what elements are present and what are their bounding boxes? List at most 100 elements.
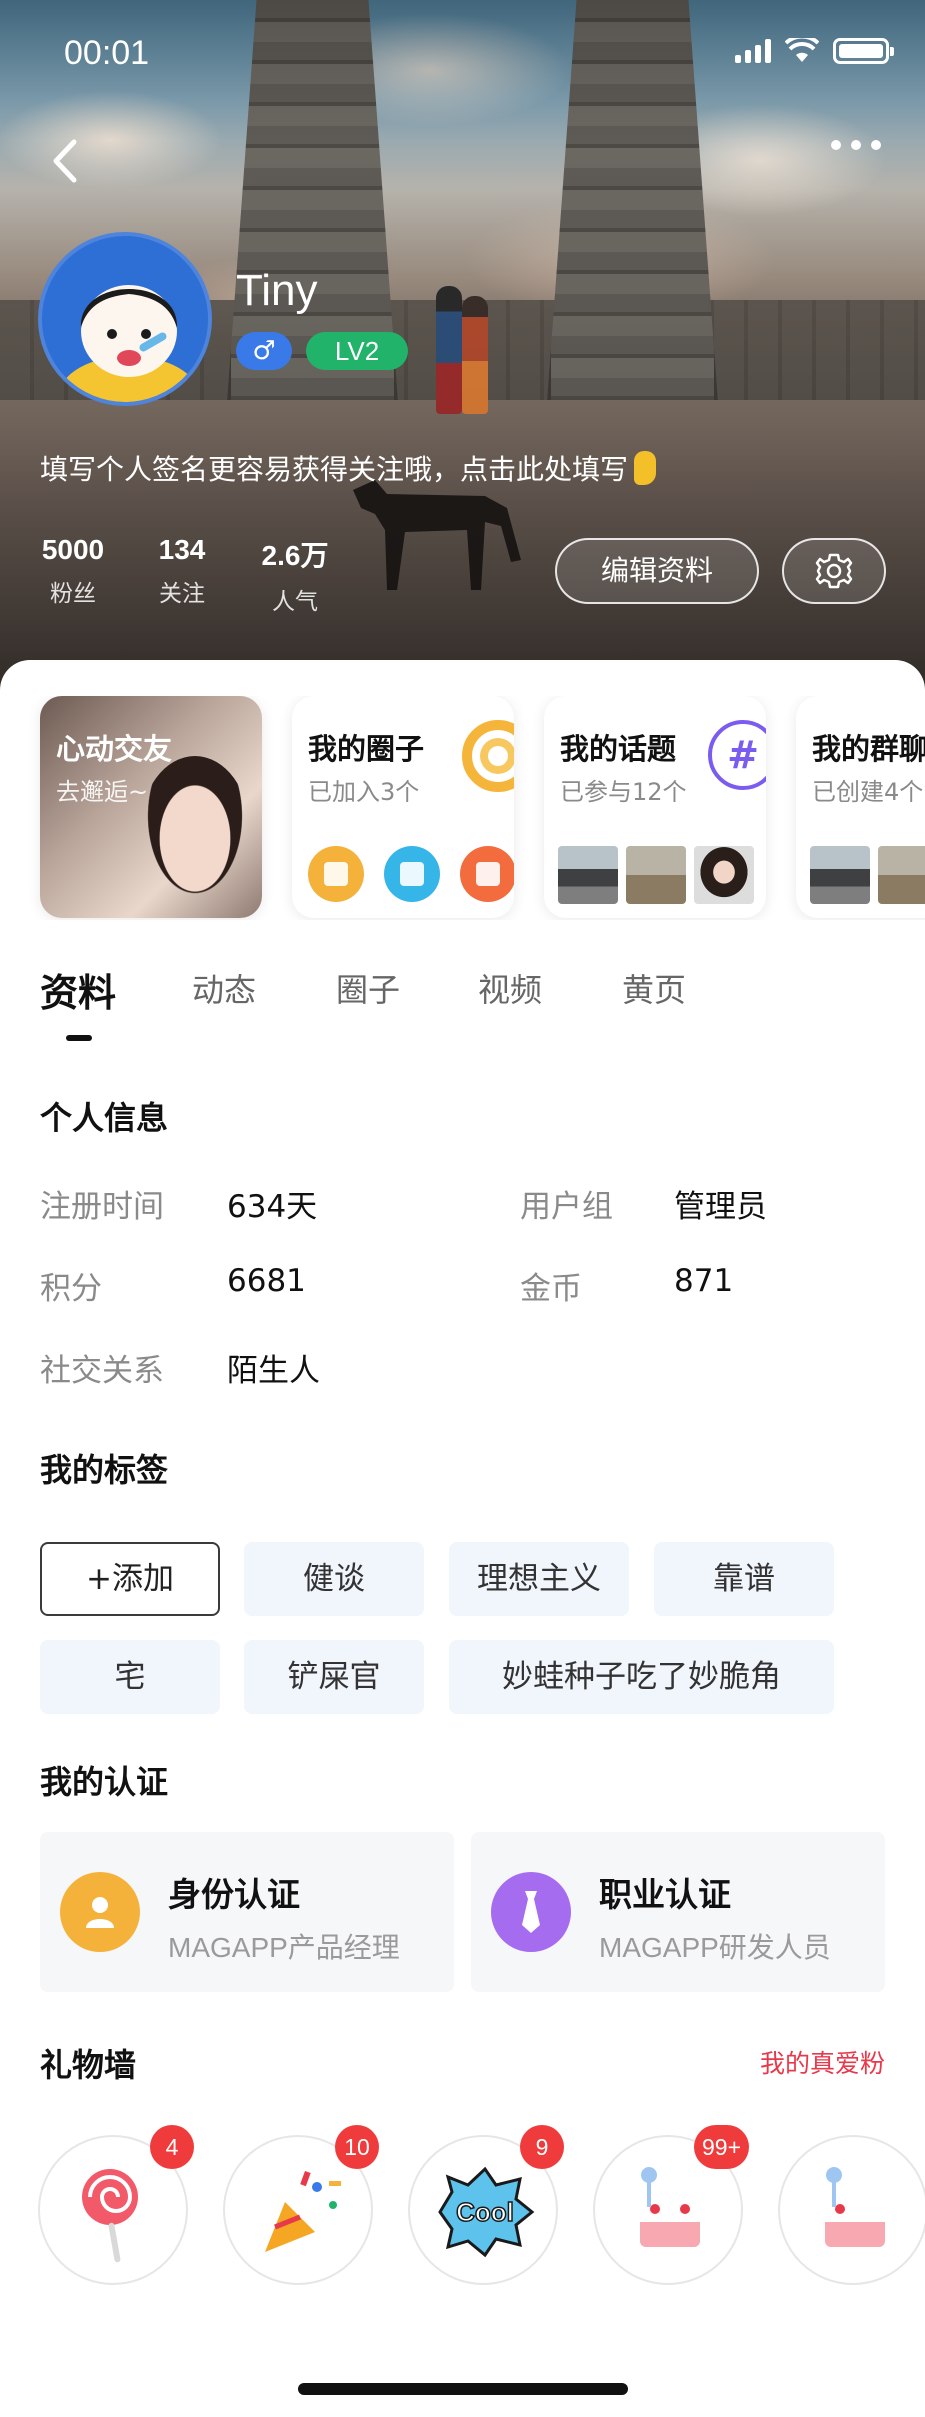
identity-certification-card[interactable]: 身份认证 MAGAPP产品经理 — [40, 1832, 454, 1992]
tab-circles[interactable]: 圈子 — [336, 965, 400, 1011]
cellular-signal-icon — [735, 39, 771, 63]
personal-info-title: 个人信息 — [40, 1099, 169, 1137]
card-dating[interactable]: 心动交友 去邂逅~ — [40, 696, 262, 918]
gift-item[interactable]: Cool 9 — [408, 2125, 564, 2285]
cool-sticker-icon: Cool — [438, 2166, 535, 2258]
gift-count-badge: 9 — [520, 2125, 564, 2169]
level-badge: LV2 — [306, 332, 408, 370]
chevron-left-icon — [53, 139, 77, 183]
gift-wall-title: 礼物墙 — [40, 2046, 137, 2084]
info-value: 634天 — [227, 1189, 318, 1225]
gift-item[interactable]: 99+ — [593, 2125, 749, 2285]
card-title: 我的圈子 — [308, 732, 425, 766]
circles-ring-icon — [462, 720, 514, 792]
stat-value: 134 — [158, 534, 206, 565]
stat-label: 关注 — [159, 581, 205, 607]
gift-item[interactable] — [778, 2135, 925, 2285]
info-label: 注册时间 — [40, 1189, 164, 1225]
stat-following[interactable]: 134 关注 — [147, 534, 217, 608]
back-button[interactable] — [46, 136, 86, 186]
cert-subtitle: MAGAPP产品经理 — [168, 1932, 400, 1963]
battery-icon — [833, 38, 894, 64]
card-my-topics[interactable]: 我的话题 已参与12个 # — [544, 696, 766, 918]
add-tag-button[interactable]: +添加 — [40, 1542, 220, 1616]
info-label: 用户组 — [520, 1189, 613, 1225]
cert-subtitle: MAGAPP研发人员 — [599, 1932, 831, 1963]
status-time: 00:01 — [64, 34, 150, 72]
tag-chip[interactable]: 宅 — [40, 1640, 220, 1714]
feature-cards-row: 心动交友 去邂逅~ 我的圈子 已加入3个 我的话题 已参与12个 # 我的群聊 — [0, 696, 925, 920]
occupation-certification-card[interactable]: 职业认证 MAGAPP研发人员 — [471, 1832, 885, 1992]
info-label: 积分 — [40, 1271, 102, 1307]
info-label: 社交关系 — [40, 1353, 164, 1389]
circle-avatar-icon — [308, 846, 364, 902]
gift-wall-row: 4 10 Cool 9 99+ — [0, 2125, 925, 2315]
info-value: 6681 — [227, 1263, 306, 1299]
card-title: 我的群聊 — [812, 732, 925, 766]
lollipop-icon — [82, 2169, 138, 2263]
necktie-icon — [491, 1872, 571, 1952]
profile-nickname: Tiny — [236, 266, 318, 315]
home-indicator[interactable] — [298, 2383, 628, 2395]
status-icons — [735, 38, 894, 64]
stat-popularity[interactable]: 2.6万 人气 — [250, 534, 340, 616]
tag-chip[interactable]: 健谈 — [244, 1542, 424, 1616]
topic-thumbnail — [694, 846, 754, 904]
party-popper-icon — [265, 2171, 341, 2252]
stat-value: 2.6万 — [261, 540, 329, 571]
group-thumbnail — [878, 846, 925, 904]
gift-count-badge: 99+ — [693, 2125, 749, 2169]
pointing-hand-icon — [634, 451, 657, 485]
stat-value: 5000 — [41, 534, 105, 565]
avatar[interactable] — [38, 232, 212, 406]
card-title: 心动交友 — [56, 732, 173, 766]
group-thumbnail — [810, 846, 870, 904]
info-value: 871 — [674, 1263, 734, 1299]
tab-videos[interactable]: 视频 — [478, 965, 542, 1011]
tag-chip[interactable]: 妙蛙种子吃了妙脆角 — [449, 1640, 834, 1714]
tag-chip[interactable]: 理想主义 — [449, 1542, 629, 1616]
circle-avatar-icon — [384, 846, 440, 902]
info-value: 管理员 — [674, 1189, 767, 1225]
card-subtitle: 已创建4个 — [812, 778, 924, 806]
gift-count-badge: 10 — [335, 2125, 379, 2169]
signature-prompt[interactable]: 填写个人签名更容易获得关注哦，点击此处填写 — [40, 448, 657, 488]
cert-title: 职业认证 — [599, 1875, 731, 1914]
cake-icon — [825, 2167, 885, 2247]
stat-label: 人气 — [272, 589, 318, 615]
card-subtitle: 已参与12个 — [560, 778, 687, 806]
card-title: 我的话题 — [560, 732, 677, 766]
edit-profile-button[interactable]: 编辑资料 — [555, 538, 759, 604]
card-subtitle: 去邂逅~ — [56, 778, 149, 806]
cake-icon — [640, 2167, 700, 2247]
gear-icon — [815, 553, 853, 589]
settings-button[interactable] — [782, 538, 886, 604]
true-fans-link[interactable]: 我的真爱粉 — [760, 2044, 885, 2080]
stat-followers[interactable]: 5000 粉丝 — [38, 534, 108, 608]
more-options-button[interactable] — [831, 140, 881, 150]
tag-chip[interactable]: 靠谱 — [654, 1542, 834, 1616]
topic-thumbnail — [558, 846, 618, 904]
info-value: 陌生人 — [227, 1353, 320, 1389]
tag-chip[interactable]: 铲屎官 — [244, 1640, 424, 1714]
gender-male-badge: ♂ — [236, 332, 292, 370]
topic-thumbnail — [626, 846, 686, 904]
tab-yellow-pages[interactable]: 黄页 — [622, 965, 686, 1011]
my-certifications-title: 我的认证 — [40, 1763, 169, 1801]
stat-label: 粉丝 — [50, 581, 96, 607]
tab-profile[interactable]: 资料 — [40, 962, 116, 1017]
tab-activity[interactable]: 动态 — [192, 965, 256, 1011]
gift-item[interactable]: 10 — [223, 2125, 379, 2285]
card-my-circles[interactable]: 我的圈子 已加入3个 — [292, 696, 514, 918]
gift-count-badge: 4 — [150, 2125, 194, 2169]
circle-avatar-icon — [460, 846, 514, 902]
card-my-groups[interactable]: 我的群聊 已创建4个 — [796, 696, 925, 918]
hashtag-icon: # — [708, 720, 766, 790]
cert-title: 身份认证 — [168, 1875, 300, 1914]
my-tags-title: 我的标签 — [40, 1451, 169, 1489]
person-icon — [60, 1872, 140, 1952]
dating-photo — [140, 756, 250, 906]
card-subtitle: 已加入3个 — [308, 778, 420, 806]
active-tab-indicator — [66, 1035, 92, 1041]
gift-item[interactable]: 4 — [38, 2125, 194, 2285]
